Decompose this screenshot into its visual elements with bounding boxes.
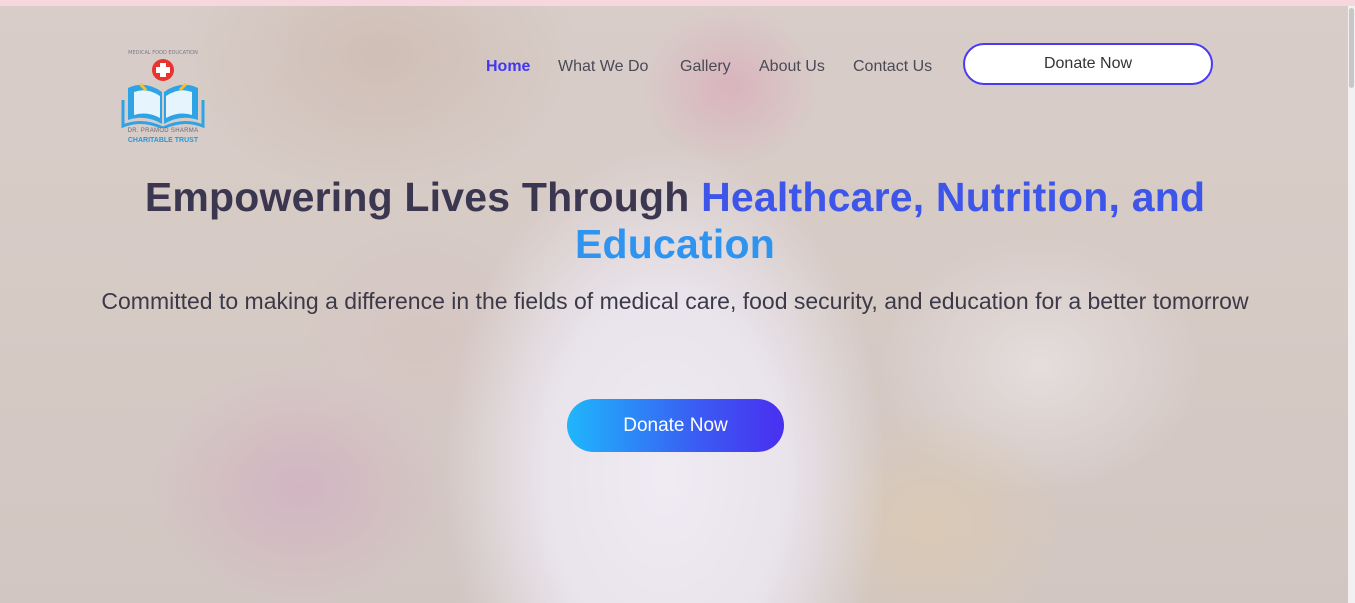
nav-home[interactable]: Home xyxy=(486,58,530,76)
hero-headline: Empowering Lives Through Healthcare, Nut… xyxy=(80,174,1270,268)
book-cross-logo-icon: MEDICAL FOOD EDUCATION xyxy=(121,50,205,130)
nav-what-we-do[interactable]: What We Do xyxy=(558,58,648,76)
hero-section: MEDICAL FOOD EDUCATION DR. PRAMOD SHARMA… xyxy=(0,6,1348,603)
logo-trust-text: CHARITABLE TRUST xyxy=(127,137,199,144)
headline-plain: Empowering Lives Through xyxy=(144,174,702,220)
header-donate-button[interactable]: Donate Now xyxy=(963,43,1213,85)
brand-logo[interactable]: MEDICAL FOOD EDUCATION DR. PRAMOD SHARMA… xyxy=(120,46,206,152)
scrollbar-thumb[interactable] xyxy=(1349,8,1354,88)
logo-top-text: MEDICAL FOOD EDUCATION xyxy=(128,50,198,56)
nav-contact-us[interactable]: Contact Us xyxy=(853,58,932,76)
nav-about-us[interactable]: About Us xyxy=(759,58,825,76)
headline-highlight-2: Education xyxy=(575,221,775,267)
page-scrollbar[interactable] xyxy=(1348,6,1355,603)
headline-highlight: Healthcare, Nutrition, and xyxy=(701,174,1206,220)
nav-gallery[interactable]: Gallery xyxy=(680,58,731,76)
hero-subheadline: Committed to making a difference in the … xyxy=(101,288,1249,314)
hero-donate-button[interactable]: Donate Now xyxy=(567,399,784,452)
logo-name-text: DR. PRAMOD SHARMA xyxy=(127,128,199,134)
